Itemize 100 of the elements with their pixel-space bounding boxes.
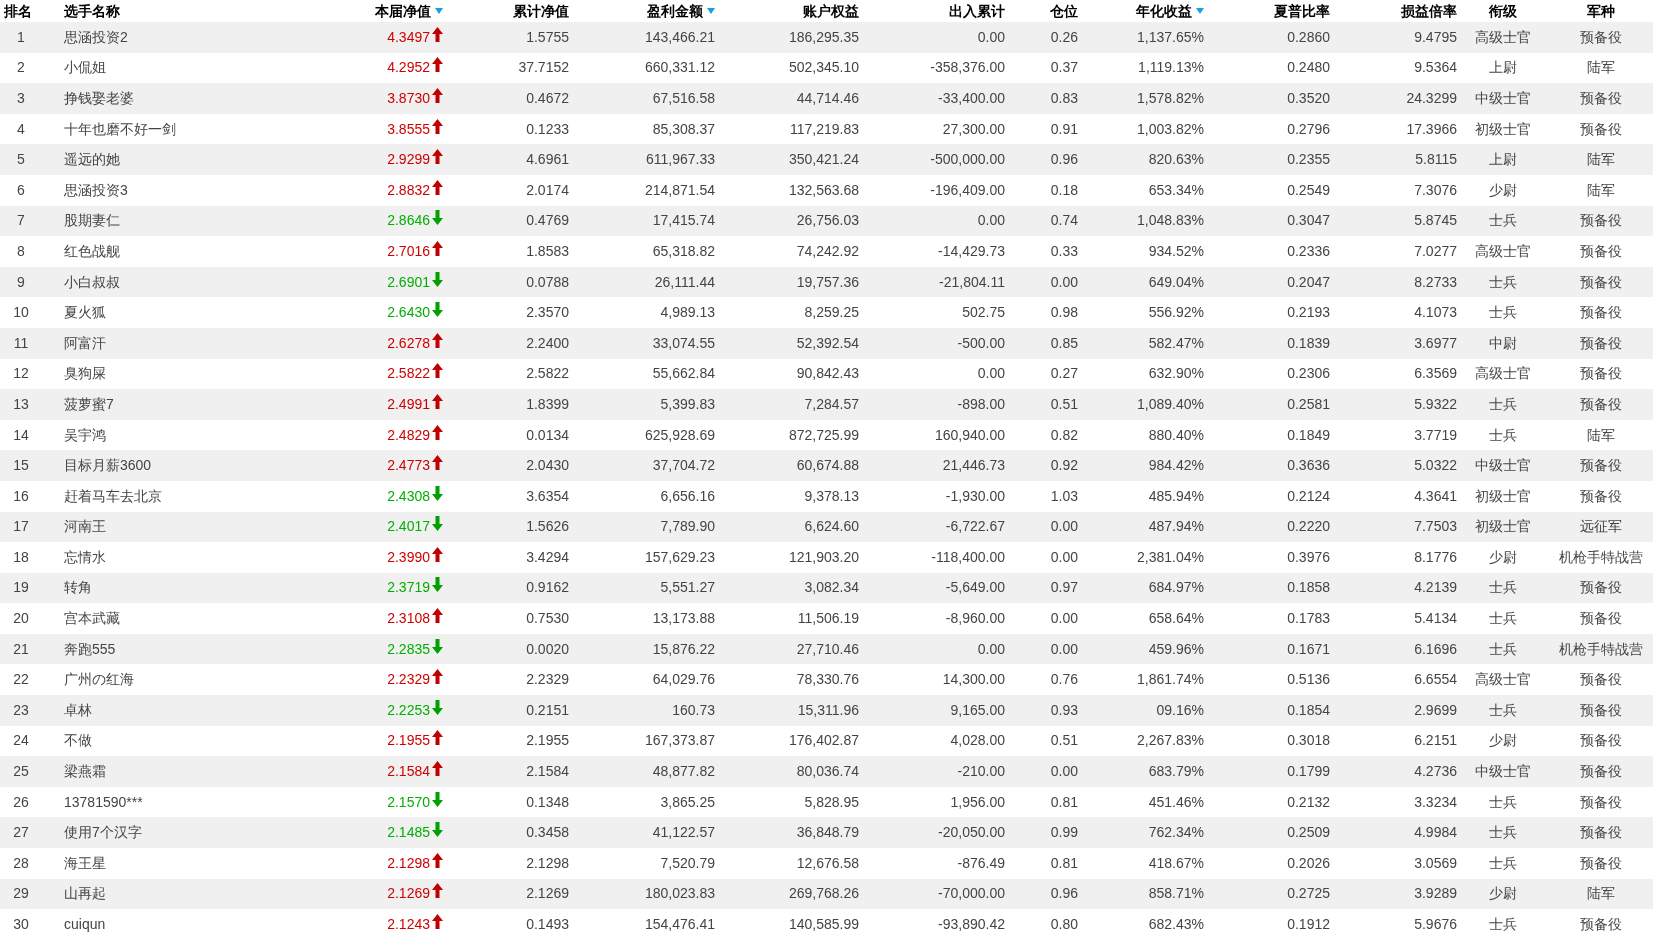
table-cell-text: 1.8583: [526, 241, 569, 261]
table-cell-text: 649.04%: [1148, 272, 1204, 292]
table-cell-text: 6.3569: [1414, 364, 1457, 384]
table-cell-text: 0.3976: [1287, 547, 1330, 567]
table-cell-text: 7.7503: [1414, 517, 1457, 537]
table-cell-text: 0.97: [1050, 578, 1078, 598]
table-cell-text: -14,429.73: [938, 241, 1005, 261]
table-cell-text: 2,267.83%: [1137, 731, 1204, 751]
table-cell-text: 6.6554: [1414, 670, 1457, 690]
column-header[interactable]: 账户权益: [803, 0, 859, 22]
column-header[interactable]: 夏普比率: [1274, 0, 1330, 22]
table-cell-text: 少尉: [1488, 731, 1517, 751]
table-cell-text: 7,520.79: [660, 853, 715, 873]
table-cell-text: 36,848.79: [796, 823, 859, 843]
table-cell-text: 使用7个汉字: [64, 823, 142, 843]
table-cell-text: -118,400.00: [931, 547, 1005, 567]
table-cell-text: 10: [13, 303, 29, 323]
table-cell-text: 0.2132: [1287, 792, 1330, 812]
table-cell-text: 176,402.87: [788, 731, 859, 751]
column-header[interactable]: 衔级: [1488, 0, 1517, 22]
column-header[interactable]: 军种: [1586, 0, 1615, 22]
table-cell-text: 85,308.37: [652, 119, 715, 139]
table-cell-text: 士兵: [1488, 394, 1517, 414]
table-cell-text: 0.1671: [1287, 639, 1330, 659]
column-header[interactable]: 排名: [4, 0, 32, 22]
table-cell-text: -500.00: [957, 333, 1005, 353]
table-cell-text: 0.00: [977, 27, 1005, 47]
column-header[interactable]: 本届净值: [375, 0, 431, 22]
table-cell-text: 0.00: [1050, 762, 1078, 782]
table-cell-text: 0.00: [977, 364, 1005, 384]
table-cell-text: 预备役: [1579, 915, 1622, 934]
table-cell-text: 0.51: [1050, 394, 1078, 414]
table-cell-text: -21,804.11: [939, 272, 1005, 292]
table-cell-text: 0.2509: [1287, 823, 1330, 843]
table-cell-text: 0.81: [1050, 792, 1078, 812]
table-cell-text: 陆军: [1586, 180, 1615, 200]
column-header[interactable]: 出入累计: [949, 0, 1005, 22]
table-cell-text: -70,000.00: [938, 884, 1005, 904]
table-cell-text: 0.00: [1050, 272, 1078, 292]
sort-down-icon[interactable]: [707, 8, 715, 14]
table-cell-text: 预备役: [1579, 670, 1622, 690]
column-header[interactable]: 损益倍率: [1401, 0, 1457, 22]
sort-down-icon[interactable]: [1196, 8, 1204, 14]
table-cell-text: 0.1854: [1287, 700, 1330, 720]
table-cell-text: 37,704.72: [652, 456, 715, 476]
table-cell-text: 0.82: [1050, 425, 1078, 445]
table-cell-text: 2.8646: [387, 211, 430, 231]
table-cell-text: 2.1584: [387, 762, 430, 782]
table-cell-text: 1,956.00: [950, 792, 1005, 812]
table-cell-text: 0.00: [1050, 517, 1078, 537]
table-cell-text: 2.1955: [387, 731, 430, 751]
table-cell-text: 0.26: [1050, 27, 1078, 47]
table-cell-text: 984.42%: [1148, 456, 1204, 476]
table-cell-text: 13,173.88: [652, 609, 715, 629]
table-cell-text: 预备役: [1579, 731, 1622, 751]
table-cell-text: 0.2026: [1287, 853, 1330, 873]
table-cell-text: 2.9699: [1414, 700, 1457, 720]
table-cell-text: 2.1298: [526, 853, 569, 873]
table-cell-text: 士兵: [1488, 792, 1517, 812]
table-cell-text: 0.74: [1050, 211, 1078, 231]
table-cell-text: 26,756.03: [796, 211, 859, 231]
table-cell-text: 459.96%: [1148, 639, 1204, 659]
table-cell-text: 2.4773: [387, 456, 430, 476]
table-cell-text: 90,842.43: [796, 364, 859, 384]
table-cell-text: 1,578.82%: [1137, 89, 1204, 108]
table-cell-text: 3.3234: [1414, 792, 1457, 812]
table-cell-text: 赶着马车去北京: [64, 486, 162, 506]
table-cell-text: 30: [13, 915, 29, 934]
table-cell-text: 1,861.74%: [1137, 670, 1204, 690]
table-cell-text: 0.85: [1050, 333, 1078, 353]
table-cell-text: 15: [13, 456, 29, 476]
table-cell-text: 3.9289: [1414, 884, 1457, 904]
table-cell-text: 4.2952: [387, 58, 430, 78]
table-cell-text: 5.4134: [1414, 609, 1457, 629]
table-cell-text: 7,284.57: [804, 394, 859, 414]
column-header[interactable]: 累计净值: [513, 0, 569, 22]
column-header[interactable]: 仓位: [1050, 0, 1078, 22]
table-cell-text: 485.94%: [1148, 486, 1204, 506]
table-cell-text: 4.2139: [1414, 578, 1457, 598]
table-cell-text: -33,400.00: [938, 89, 1005, 108]
table-cell-text: 5.9322: [1414, 394, 1457, 414]
table-cell-text: 684.97%: [1148, 578, 1204, 598]
table-cell-text: 卓林: [64, 700, 92, 720]
table-cell-text: 09.16%: [1156, 700, 1204, 720]
sort-down-icon[interactable]: [435, 8, 443, 14]
table-cell-text: 1,003.82%: [1137, 119, 1204, 139]
column-header[interactable]: 盈利金额: [647, 0, 703, 22]
table-cell-text: 13: [13, 394, 29, 414]
table-cell-text: 1,089.40%: [1137, 394, 1204, 414]
table-cell-text: 17,415.74: [652, 211, 715, 231]
table-cell-text: 762.34%: [1148, 823, 1204, 843]
table-cell-text: 5.8745: [1414, 211, 1457, 231]
table-cell-text: 7.3076: [1414, 180, 1457, 200]
column-header[interactable]: 选手名称: [64, 0, 120, 22]
table-cell-text: 遥远的她: [64, 150, 120, 170]
table-cell-text: 2.4017: [387, 517, 430, 537]
table-cell-text: 0.2151: [526, 700, 569, 720]
table-cell-text: 2.1269: [387, 884, 430, 904]
table-cell-text: 2.1570: [387, 792, 430, 812]
column-header[interactable]: 年化收益: [1136, 0, 1192, 22]
